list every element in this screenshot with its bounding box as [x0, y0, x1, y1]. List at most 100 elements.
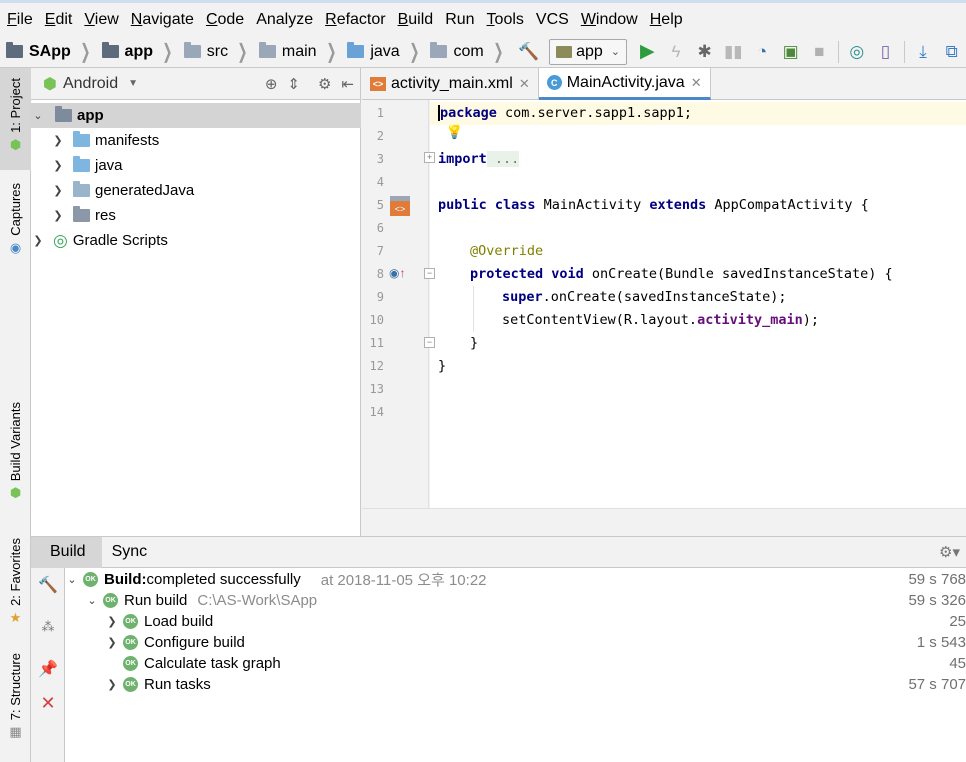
sdk-manager-icon[interactable]: ⤓	[912, 39, 935, 65]
menu-code[interactable]: Code	[200, 4, 250, 36]
menu-build[interactable]: Build	[392, 4, 440, 36]
breadcrumb-separator-icon: ❯	[409, 41, 420, 63]
hammer-icon[interactable]: 🔨	[37, 574, 59, 596]
gear-icon[interactable]: ⚙▾	[939, 543, 960, 561]
tree-item-res[interactable]: ❯ res	[51, 203, 116, 228]
folder-icon	[183, 42, 201, 58]
tree-item-gradle-scripts[interactable]: ❯ ◎ Gradle Scripts	[31, 228, 168, 253]
resource-folder-icon	[73, 206, 90, 222]
menu-window[interactable]: Window	[575, 4, 644, 36]
ok-status-icon: OK	[123, 614, 138, 629]
build-row-configure-build[interactable]: ❯ OK Configure build	[105, 632, 245, 653]
chevron-right-icon: ❯	[53, 210, 63, 222]
chevron-right-icon: ❯	[53, 185, 63, 197]
layout-xml-gutter-icon[interactable]: <>	[390, 196, 410, 216]
run-coverage-icon[interactable]: ▮▮	[722, 39, 745, 65]
collapse-all-icon[interactable]: ⇕	[287, 75, 300, 93]
line-number: 5	[376, 198, 384, 212]
chevron-down-icon[interactable]: ▼	[128, 78, 138, 89]
avd-manager-icon[interactable]: ▯	[874, 39, 897, 65]
source-folder-icon	[73, 156, 90, 172]
xml-file-icon: <>	[370, 77, 386, 91]
menu-tools[interactable]: Tools	[481, 4, 530, 36]
fold-expand-icon[interactable]: +	[424, 152, 435, 163]
toggle-view-icon[interactable]: ⁂	[37, 616, 59, 638]
android-module-icon	[556, 45, 573, 58]
run-icon[interactable]: ▶	[636, 39, 659, 65]
breadcrumb-com[interactable]: com ❯	[430, 36, 512, 68]
tree-item-generatedjava[interactable]: ❯ generatedJava	[51, 178, 194, 203]
menu-run[interactable]: Run	[439, 4, 480, 36]
make-project-hammer-icon[interactable]: 🔨	[517, 39, 540, 65]
locate-target-icon[interactable]: ⊕	[265, 75, 278, 93]
override-gutter-icon[interactable]: ◉↑	[389, 266, 405, 280]
tab-favorites[interactable]: 2: Favorites ★	[0, 538, 31, 633]
tab-build-variants[interactable]: Build Variants ⬢	[0, 402, 31, 512]
menu-vcs[interactable]: VCS	[530, 4, 575, 36]
line-number: 6	[376, 221, 384, 235]
menu-bar: File Edit View Navigate Code Analyze Ref…	[0, 0, 966, 36]
project-folder-icon	[6, 42, 23, 58]
ok-status-icon: OK	[123, 656, 138, 671]
build-row-completed[interactable]: ⌄ OK Build: completed successfully at 20…	[65, 569, 486, 590]
tree-item-manifests[interactable]: ❯ manifests	[51, 128, 159, 153]
tab-mainactivity-java[interactable]: C MainActivity.java ✕	[538, 68, 711, 100]
menu-view[interactable]: View	[78, 4, 124, 36]
close-icon[interactable]: ✕	[691, 75, 702, 91]
project-structure-icon[interactable]: ⧉	[940, 39, 963, 65]
chevron-down-icon: ⌄	[33, 110, 43, 122]
ok-status-icon: OK	[103, 593, 118, 608]
tab-captures[interactable]: Captures ◉	[0, 183, 31, 268]
tree-item-app[interactable]: ⌄ app	[31, 103, 361, 128]
build-row-time: 59 s 326	[908, 592, 966, 609]
run-config-select[interactable]: app ⌄	[549, 38, 628, 65]
build-row-load-build[interactable]: ❯ OK Load build	[105, 611, 213, 632]
menu-analyze[interactable]: Analyze	[250, 4, 319, 36]
breadcrumb-separator-icon: ❯	[325, 41, 336, 63]
breadcrumb-main[interactable]: main ❯	[258, 36, 345, 68]
build-row-calculate-task-graph[interactable]: OK Calculate task graph	[123, 653, 281, 674]
attach-debugger-icon[interactable]: ▣	[779, 39, 802, 65]
debug-icon[interactable]: ✱	[693, 39, 716, 65]
build-row-run-tasks[interactable]: ❯ OK Run tasks	[105, 674, 210, 695]
hide-panel-icon[interactable]: ⇤	[341, 75, 354, 93]
toolbar: SApp ❯ app ❯ src ❯ main ❯ java ❯ com ❯ 🔨 app ⌄…	[0, 36, 966, 68]
tab-sync[interactable]: Sync	[102, 537, 158, 568]
generated-folder-icon	[73, 181, 90, 197]
build-row-time: 45	[949, 655, 966, 672]
menu-help[interactable]: Help	[644, 4, 689, 36]
breadcrumb-sapp[interactable]: SApp ❯	[6, 36, 100, 68]
menu-edit[interactable]: Edit	[39, 4, 79, 36]
tab-activity-main-xml[interactable]: <> activity_main.xml ✕	[362, 68, 539, 100]
fold-collapse-icon[interactable]: −	[424, 268, 435, 279]
fold-end-icon[interactable]: −	[424, 337, 435, 348]
gear-icon[interactable]: ⚙	[318, 75, 331, 93]
apply-changes-icon[interactable]: ϟ	[665, 39, 688, 65]
pin-icon[interactable]: 📌	[37, 658, 59, 680]
tab-structure[interactable]: 7: Structure ▦	[0, 653, 31, 753]
ok-status-icon: OK	[123, 677, 138, 692]
tab-project[interactable]: 1: Project ⬢	[0, 68, 31, 170]
gradle-icon: ◎	[53, 230, 68, 250]
close-icon[interactable]: ✕	[37, 692, 59, 714]
code-line-6: public class MainActivity extends AppCom…	[438, 197, 869, 213]
build-row-run-build[interactable]: ⌄ OK Run build C:\AS-Work\SApp	[85, 590, 317, 611]
menu-file[interactable]: File	[0, 4, 39, 36]
breadcrumb-src[interactable]: src ❯	[183, 36, 257, 68]
profile-icon[interactable]: ◔	[751, 39, 774, 65]
package-folder-icon	[430, 42, 448, 58]
view-mode-select[interactable]: Android	[63, 75, 118, 93]
breadcrumb-app[interactable]: app ❯	[101, 36, 182, 68]
line-number: 14	[369, 405, 384, 419]
indent-guide	[473, 286, 474, 332]
chevron-right-icon: ❯	[107, 637, 117, 649]
sync-gradle-icon[interactable]: ◎	[845, 39, 868, 65]
camera-icon: ◉	[9, 239, 22, 255]
breadcrumb-java[interactable]: java ❯	[347, 36, 428, 68]
tab-build[interactable]: Build	[31, 536, 102, 568]
menu-navigate[interactable]: Navigate	[125, 4, 200, 36]
stop-icon[interactable]: ■	[808, 39, 831, 65]
tree-item-java[interactable]: ❯ java	[51, 153, 123, 178]
menu-refactor[interactable]: Refactor	[319, 4, 391, 36]
close-icon[interactable]: ✕	[519, 76, 530, 92]
